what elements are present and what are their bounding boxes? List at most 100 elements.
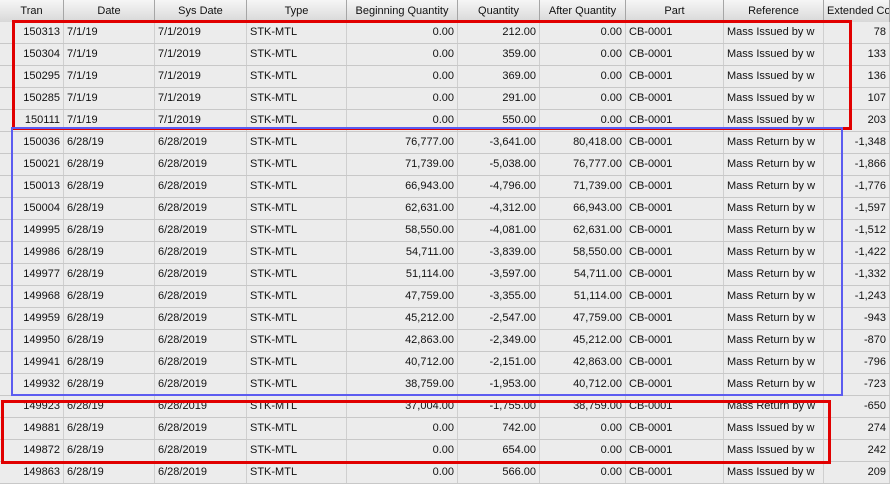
cell-reference[interactable]: Mass Return by w bbox=[724, 198, 824, 219]
cell-part[interactable]: CB-0001 bbox=[626, 44, 724, 65]
cell-after-quantity[interactable]: 0.00 bbox=[540, 22, 626, 43]
cell-date[interactable]: 7/1/19 bbox=[64, 22, 155, 43]
cell-tran[interactable]: 149950 bbox=[0, 330, 64, 351]
cell-quantity[interactable]: -5,038.00 bbox=[458, 154, 540, 175]
cell-after-quantity[interactable]: 76,777.00 bbox=[540, 154, 626, 175]
cell-beginning-quantity[interactable]: 0.00 bbox=[347, 88, 458, 109]
cell-beginning-quantity[interactable]: 71,739.00 bbox=[347, 154, 458, 175]
cell-tran[interactable]: 149923 bbox=[0, 396, 64, 417]
cell-beginning-quantity[interactable]: 0.00 bbox=[347, 22, 458, 43]
cell-type[interactable]: STK-MTL bbox=[247, 330, 347, 351]
table-row[interactable]: 149995 6/28/19 6/28/2019 STK-MTL 58,550.00 -4… bbox=[0, 220, 890, 242]
table-row[interactable]: 150013 6/28/19 6/28/2019 STK-MTL 66,943.00 -4… bbox=[0, 176, 890, 198]
cell-reference[interactable]: Mass Issued by w bbox=[724, 418, 824, 439]
cell-beginning-quantity[interactable]: 47,759.00 bbox=[347, 286, 458, 307]
cell-reference[interactable]: Mass Issued by w bbox=[724, 66, 824, 87]
cell-reference[interactable]: Mass Issued by w bbox=[724, 110, 824, 131]
cell-extended-cost[interactable]: -1,422 bbox=[824, 242, 890, 263]
table-row[interactable]: 149959 6/28/19 6/28/2019 STK-MTL 45,212.00 -2… bbox=[0, 308, 890, 330]
cell-part[interactable]: CB-0001 bbox=[626, 352, 724, 373]
cell-type[interactable]: STK-MTL bbox=[247, 44, 347, 65]
cell-quantity[interactable]: -4,312.00 bbox=[458, 198, 540, 219]
cell-sys-date[interactable]: 6/28/2019 bbox=[155, 330, 247, 351]
cell-tran[interactable]: 150036 bbox=[0, 132, 64, 153]
cell-after-quantity[interactable]: 66,943.00 bbox=[540, 198, 626, 219]
cell-type[interactable]: STK-MTL bbox=[247, 66, 347, 87]
cell-tran[interactable]: 149872 bbox=[0, 440, 64, 461]
cell-part[interactable]: CB-0001 bbox=[626, 462, 724, 483]
cell-type[interactable]: STK-MTL bbox=[247, 286, 347, 307]
cell-extended-cost[interactable]: 274 bbox=[824, 418, 890, 439]
table-row[interactable]: 149932 6/28/19 6/28/2019 STK-MTL 38,759.00 -1… bbox=[0, 374, 890, 396]
cell-beginning-quantity[interactable]: 0.00 bbox=[347, 462, 458, 483]
column-header-part[interactable]: Part bbox=[626, 0, 724, 22]
cell-extended-cost[interactable]: -1,332 bbox=[824, 264, 890, 285]
cell-tran[interactable]: 150111 bbox=[0, 110, 64, 131]
cell-extended-cost[interactable]: 242 bbox=[824, 440, 890, 461]
cell-after-quantity[interactable]: 0.00 bbox=[540, 110, 626, 131]
cell-after-quantity[interactable]: 51,114.00 bbox=[540, 286, 626, 307]
cell-beginning-quantity[interactable]: 58,550.00 bbox=[347, 220, 458, 241]
cell-beginning-quantity[interactable]: 42,863.00 bbox=[347, 330, 458, 351]
table-row[interactable]: 149881 6/28/19 6/28/2019 STK-MTL 0.00 742.00 0… bbox=[0, 418, 890, 440]
cell-reference[interactable]: Mass Return by w bbox=[724, 264, 824, 285]
table-row[interactable]: 149863 6/28/19 6/28/2019 STK-MTL 0.00 566.00 0… bbox=[0, 462, 890, 484]
cell-reference[interactable]: Mass Return by w bbox=[724, 132, 824, 153]
cell-date[interactable]: 6/28/19 bbox=[64, 308, 155, 329]
cell-reference[interactable]: Mass Return by w bbox=[724, 220, 824, 241]
cell-type[interactable]: STK-MTL bbox=[247, 198, 347, 219]
cell-part[interactable]: CB-0001 bbox=[626, 242, 724, 263]
cell-beginning-quantity[interactable]: 45,212.00 bbox=[347, 308, 458, 329]
cell-beginning-quantity[interactable]: 76,777.00 bbox=[347, 132, 458, 153]
cell-after-quantity[interactable]: 47,759.00 bbox=[540, 308, 626, 329]
table-row[interactable]: 149923 6/28/19 6/28/2019 STK-MTL 37,004.00 -1… bbox=[0, 396, 890, 418]
cell-date[interactable]: 7/1/19 bbox=[64, 66, 155, 87]
cell-extended-cost[interactable]: -1,597 bbox=[824, 198, 890, 219]
cell-part[interactable]: CB-0001 bbox=[626, 440, 724, 461]
cell-tran[interactable]: 149977 bbox=[0, 264, 64, 285]
cell-sys-date[interactable]: 6/28/2019 bbox=[155, 132, 247, 153]
cell-after-quantity[interactable]: 0.00 bbox=[540, 44, 626, 65]
cell-tran[interactable]: 149959 bbox=[0, 308, 64, 329]
cell-tran[interactable]: 150013 bbox=[0, 176, 64, 197]
cell-quantity[interactable]: 654.00 bbox=[458, 440, 540, 461]
cell-reference[interactable]: Mass Issued by w bbox=[724, 88, 824, 109]
cell-date[interactable]: 6/28/19 bbox=[64, 418, 155, 439]
table-row[interactable]: 149941 6/28/19 6/28/2019 STK-MTL 40,712.00 -2… bbox=[0, 352, 890, 374]
cell-beginning-quantity[interactable]: 37,004.00 bbox=[347, 396, 458, 417]
table-row[interactable]: 149950 6/28/19 6/28/2019 STK-MTL 42,863.00 -2… bbox=[0, 330, 890, 352]
cell-type[interactable]: STK-MTL bbox=[247, 374, 347, 395]
cell-part[interactable]: CB-0001 bbox=[626, 220, 724, 241]
cell-tran[interactable]: 150304 bbox=[0, 44, 64, 65]
cell-extended-cost[interactable]: -1,776 bbox=[824, 176, 890, 197]
cell-beginning-quantity[interactable]: 0.00 bbox=[347, 440, 458, 461]
cell-date[interactable]: 6/28/19 bbox=[64, 198, 155, 219]
table-row[interactable]: 149977 6/28/19 6/28/2019 STK-MTL 51,114.00 -3… bbox=[0, 264, 890, 286]
cell-type[interactable]: STK-MTL bbox=[247, 88, 347, 109]
cell-quantity[interactable]: -2,547.00 bbox=[458, 308, 540, 329]
cell-tran[interactable]: 149995 bbox=[0, 220, 64, 241]
cell-part[interactable]: CB-0001 bbox=[626, 396, 724, 417]
cell-extended-cost[interactable]: 78 bbox=[824, 22, 890, 43]
cell-sys-date[interactable]: 7/1/2019 bbox=[155, 110, 247, 131]
cell-type[interactable]: STK-MTL bbox=[247, 308, 347, 329]
cell-part[interactable]: CB-0001 bbox=[626, 132, 724, 153]
table-row[interactable]: 150285 7/1/19 7/1/2019 STK-MTL 0.00 291.00 0.0… bbox=[0, 88, 890, 110]
cell-after-quantity[interactable]: 80,418.00 bbox=[540, 132, 626, 153]
cell-part[interactable]: CB-0001 bbox=[626, 330, 724, 351]
cell-after-quantity[interactable]: 58,550.00 bbox=[540, 242, 626, 263]
cell-sys-date[interactable]: 6/28/2019 bbox=[155, 396, 247, 417]
cell-quantity[interactable]: -1,953.00 bbox=[458, 374, 540, 395]
column-header-tran[interactable]: Tran bbox=[0, 0, 64, 22]
cell-quantity[interactable]: -3,641.00 bbox=[458, 132, 540, 153]
cell-reference[interactable]: Mass Return by w bbox=[724, 286, 824, 307]
cell-quantity[interactable]: -1,755.00 bbox=[458, 396, 540, 417]
cell-extended-cost[interactable]: 203 bbox=[824, 110, 890, 131]
table-row[interactable]: 150021 6/28/19 6/28/2019 STK-MTL 71,739.00 -5… bbox=[0, 154, 890, 176]
column-header-date[interactable]: Date bbox=[64, 0, 155, 22]
cell-part[interactable]: CB-0001 bbox=[626, 88, 724, 109]
cell-reference[interactable]: Mass Return by w bbox=[724, 176, 824, 197]
cell-date[interactable]: 6/28/19 bbox=[64, 330, 155, 351]
cell-quantity[interactable]: 212.00 bbox=[458, 22, 540, 43]
cell-type[interactable]: STK-MTL bbox=[247, 242, 347, 263]
